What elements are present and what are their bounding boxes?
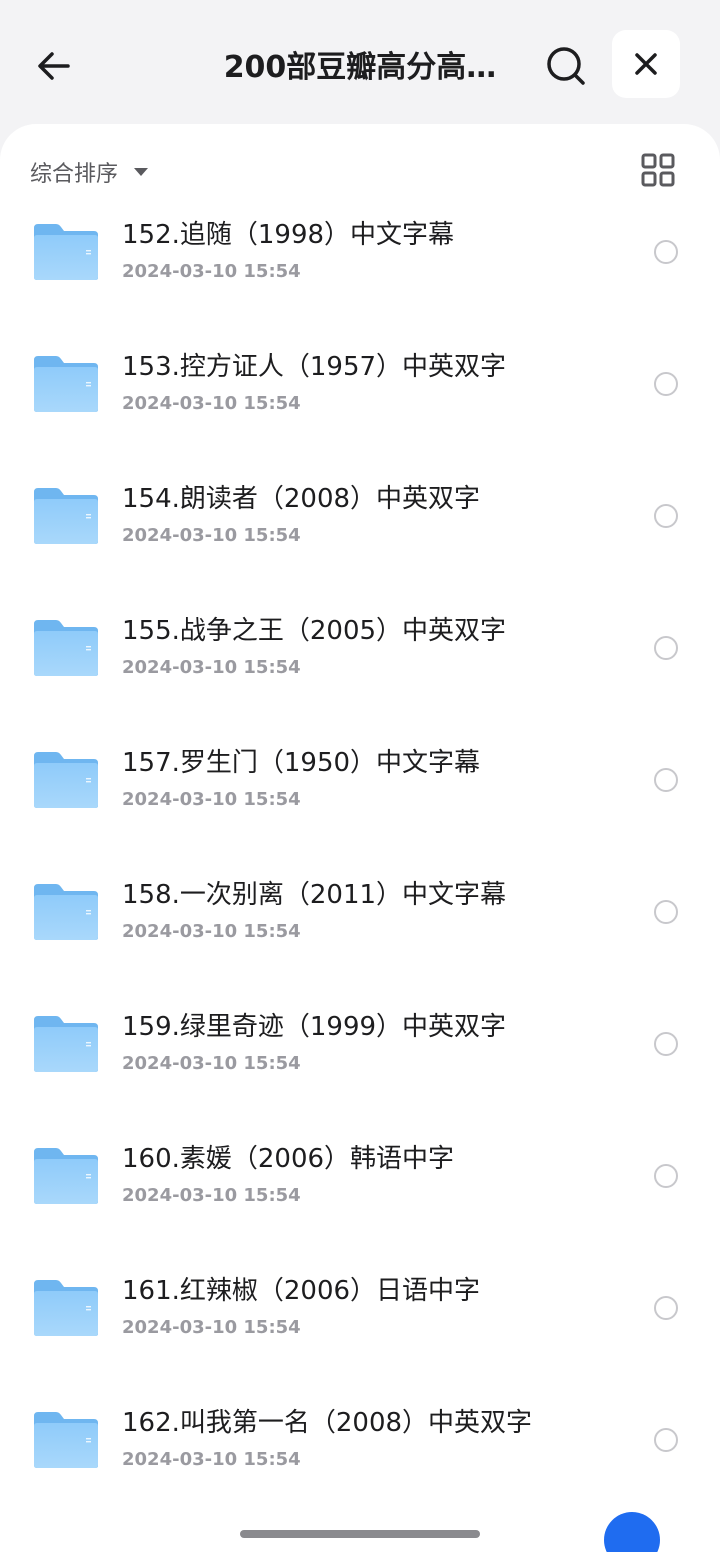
file-row[interactable]: 162.叫我第一名（2008）中英双字 2024-03-10 15:54	[0, 1396, 720, 1528]
file-name: 153.控方证人（1957）中英双字	[122, 352, 507, 382]
file-date: 2024-03-10 15:54	[122, 1449, 301, 1470]
file-row[interactable]: 155.战争之王（2005）中英双字 2024-03-10 15:54	[0, 604, 720, 736]
file-name: 155.战争之王（2005）中英双字	[122, 616, 507, 646]
close-button[interactable]	[612, 30, 680, 98]
folder-icon	[32, 486, 100, 546]
select-checkbox[interactable]	[654, 1032, 678, 1056]
folder-icon	[32, 1014, 100, 1074]
select-checkbox[interactable]	[654, 1164, 678, 1188]
file-date: 2024-03-10 15:54	[122, 921, 301, 942]
file-date: 2024-03-10 15:54	[122, 1185, 301, 1206]
file-name: 157.罗生门（1950）中文字幕	[122, 748, 481, 778]
folder-icon	[32, 1278, 100, 1338]
file-list: 152.追随（1998）中文字幕 2024-03-10 15:54 153.控方…	[0, 208, 720, 1528]
arrow-left-icon	[38, 52, 70, 80]
folder-icon	[32, 1146, 100, 1206]
file-row[interactable]: 157.罗生门（1950）中文字幕 2024-03-10 15:54	[0, 736, 720, 868]
file-date: 2024-03-10 15:54	[122, 525, 301, 546]
view-toggle-button[interactable]	[640, 152, 676, 188]
file-name: 159.绿里奇迹（1999）中英双字	[122, 1012, 507, 1042]
file-name: 160.素媛（2006）韩语中字	[122, 1144, 455, 1174]
select-checkbox[interactable]	[654, 1296, 678, 1320]
select-checkbox[interactable]	[654, 1428, 678, 1452]
back-button[interactable]	[28, 40, 80, 92]
file-row[interactable]: 161.红辣椒（2006）日语中字 2024-03-10 15:54	[0, 1264, 720, 1396]
file-date: 2024-03-10 15:54	[122, 261, 301, 282]
file-date: 2024-03-10 15:54	[122, 393, 301, 414]
close-icon	[635, 53, 657, 75]
select-checkbox[interactable]	[654, 240, 678, 264]
file-row[interactable]: 159.绿里奇迹（1999）中英双字 2024-03-10 15:54	[0, 1000, 720, 1132]
folder-icon	[32, 750, 100, 810]
grid-view-icon	[641, 153, 675, 187]
select-checkbox[interactable]	[654, 372, 678, 396]
sort-label: 综合排序	[30, 162, 119, 187]
file-name: 162.叫我第一名（2008）中英双字	[122, 1408, 533, 1438]
file-date: 2024-03-10 15:54	[122, 657, 301, 678]
home-indicator[interactable]	[240, 1530, 480, 1538]
folder-icon	[32, 222, 100, 282]
sort-dropdown[interactable]: 综合排序	[30, 154, 149, 190]
file-row[interactable]: 154.朗读者（2008）中英双字 2024-03-10 15:54	[0, 472, 720, 604]
file-date: 2024-03-10 15:54	[122, 1053, 301, 1074]
file-row[interactable]: 153.控方证人（1957）中英双字 2024-03-10 15:54	[0, 340, 720, 472]
file-row[interactable]: 158.一次别离（2011）中文字幕 2024-03-10 15:54	[0, 868, 720, 1000]
folder-icon	[32, 354, 100, 414]
file-row[interactable]: 152.追随（1998）中文字幕 2024-03-10 15:54	[0, 208, 720, 340]
page-title: 200部豆瓣高分高…	[223, 50, 497, 85]
folder-icon	[32, 1410, 100, 1470]
file-row[interactable]: 160.素媛（2006）韩语中字 2024-03-10 15:54	[0, 1132, 720, 1264]
caret-down-icon	[134, 168, 149, 176]
file-name: 152.追随（1998）中文字幕	[122, 220, 455, 250]
select-checkbox[interactable]	[654, 900, 678, 924]
select-checkbox[interactable]	[654, 504, 678, 528]
search-button[interactable]	[540, 40, 592, 92]
folder-icon	[32, 618, 100, 678]
file-name: 161.红辣椒（2006）日语中字	[122, 1276, 481, 1306]
search-icon	[547, 47, 585, 85]
file-name: 154.朗读者（2008）中英双字	[122, 484, 481, 514]
file-date: 2024-03-10 15:54	[122, 789, 301, 810]
top-bar: 200部豆瓣高分高…	[0, 0, 720, 130]
file-panel: 综合排序 152.追随（1998）中文字幕 2024-03-10 15:54 1…	[0, 124, 720, 1552]
file-name: 158.一次别离（2011）中文字幕	[122, 880, 507, 910]
folder-icon	[32, 882, 100, 942]
file-date: 2024-03-10 15:54	[122, 1317, 301, 1338]
select-checkbox[interactable]	[654, 768, 678, 792]
select-checkbox[interactable]	[654, 636, 678, 660]
